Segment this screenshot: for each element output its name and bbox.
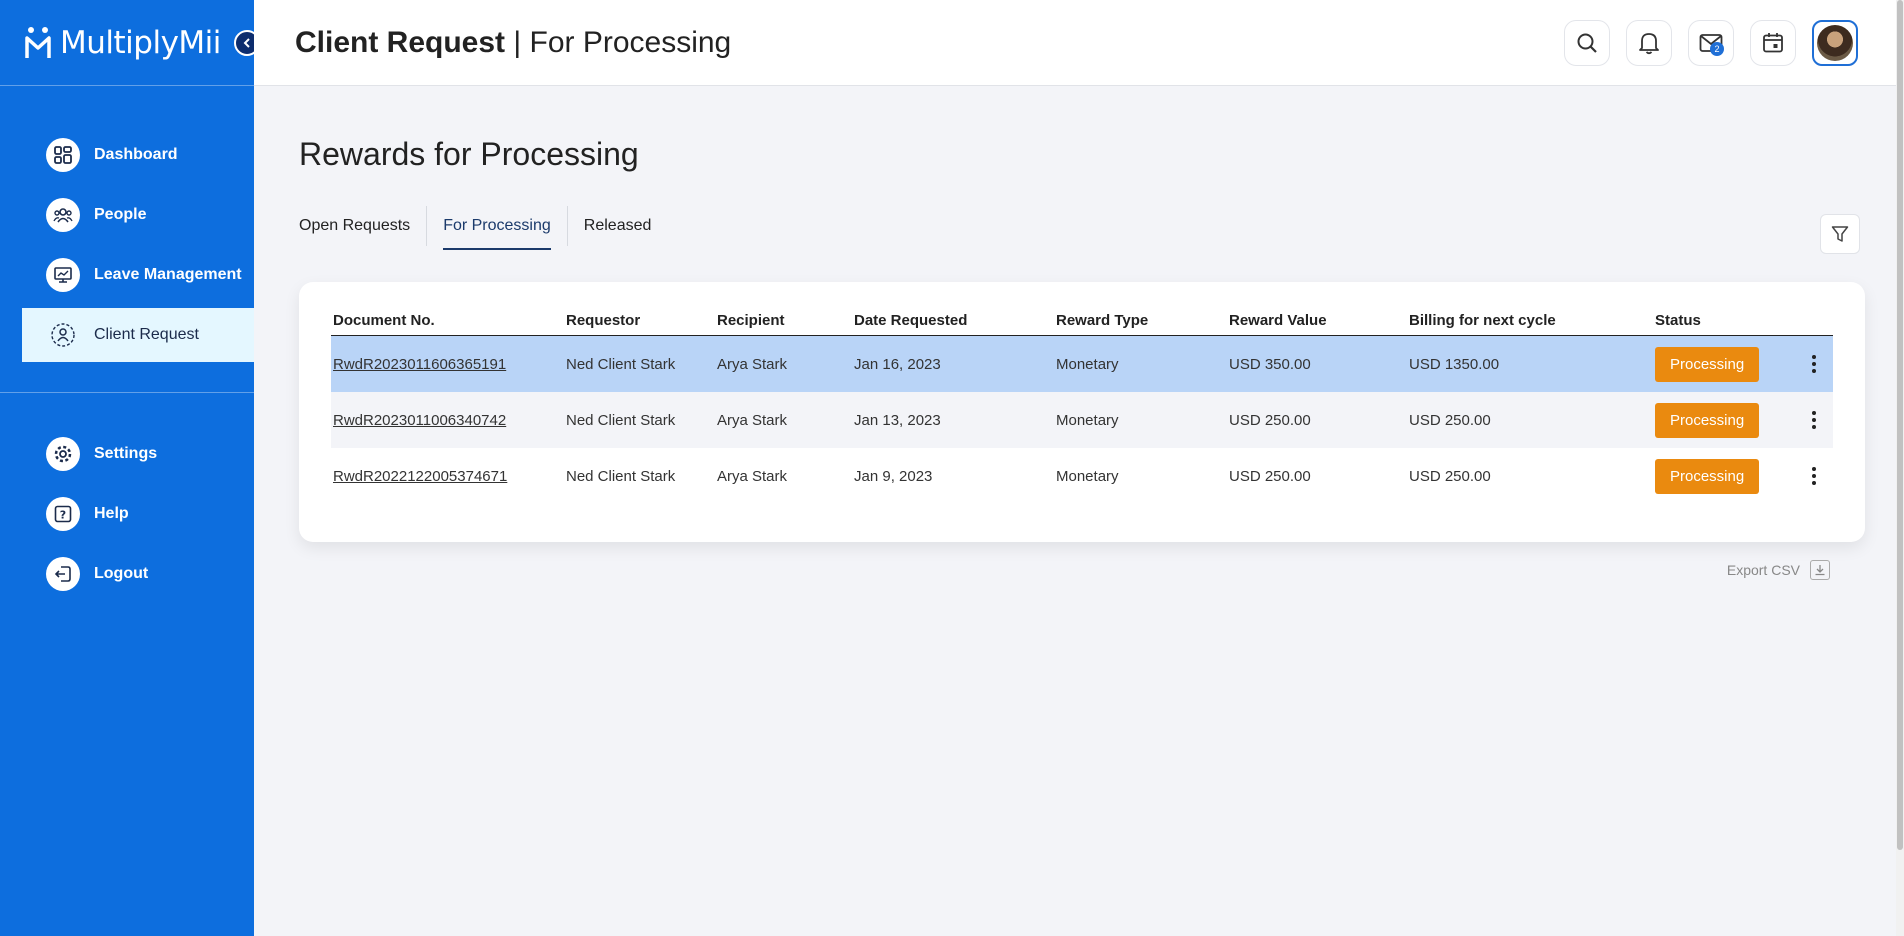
status-badge: Processing	[1655, 458, 1760, 494]
sidebar-item-people[interactable]: People	[0, 188, 254, 242]
reward-type-cell: Monetary	[1056, 355, 1119, 373]
calendar-button[interactable]	[1750, 20, 1796, 66]
export-csv-label: Export CSV	[1726, 562, 1800, 578]
page-title-subsection: For Processing	[529, 25, 732, 59]
more-options-icon[interactable]	[1804, 464, 1824, 488]
search-icon	[1577, 33, 1597, 53]
sidebar-item-client-request[interactable]: Client Request	[22, 308, 254, 362]
column-header-billing[interactable]: Billing for next cycle	[1409, 312, 1655, 329]
document-link[interactable]: RwdR2022122005374671	[333, 468, 507, 485]
page-title-section: Client Request	[295, 25, 506, 59]
top-header: Client Request | For Processing 2	[254, 0, 1904, 86]
column-header-document-no[interactable]: Document No.	[331, 312, 566, 329]
avatar-image	[1817, 25, 1853, 61]
document-link[interactable]: RwdR2023011606365191	[333, 356, 506, 373]
client-request-icon	[46, 318, 80, 352]
sidebar-item-leave-management[interactable]: Leave Management	[0, 248, 254, 302]
logo-bar: MultiplyMii	[0, 0, 260, 86]
tabs: Open Requests For Processing Released	[299, 206, 668, 250]
page-scrollbar[interactable]	[1896, 0, 1904, 936]
sidebar-item-label: People	[94, 206, 147, 223]
search-button[interactable]	[1564, 20, 1610, 66]
column-header-status[interactable]: Status	[1655, 312, 1795, 329]
bell-icon	[1639, 33, 1659, 55]
sidebar-item-logout[interactable]: Logout	[0, 547, 254, 601]
section-heading: Rewards for Processing	[299, 136, 639, 172]
user-avatar[interactable]	[1812, 20, 1858, 66]
logo-text: MultiplyMii	[60, 24, 221, 61]
tab-for-processing[interactable]: For Processing	[427, 206, 568, 250]
recipient-cell: Arya Stark	[717, 355, 788, 373]
rewards-table-card: Document No. Requestor Recipient Date Re…	[299, 282, 1865, 542]
reward-value-cell: USD 250.00	[1229, 467, 1311, 485]
calendar-icon	[1763, 33, 1783, 53]
column-header-date-requested[interactable]: Date Requested	[854, 312, 1056, 329]
document-link[interactable]: RwdR2023011006340742	[333, 412, 506, 429]
reward-value-cell: USD 350.00	[1229, 355, 1311, 373]
status-badge: Processing	[1655, 402, 1760, 438]
page-title-separator: |	[505, 25, 530, 59]
table-header: Document No. Requestor Recipient Date Re…	[331, 312, 1833, 336]
requestor-cell: Ned Client Stark	[566, 355, 676, 373]
notifications-button[interactable]	[1626, 20, 1672, 66]
more-options-icon[interactable]	[1804, 408, 1824, 432]
date-requested-cell: Jan 16, 2023	[854, 355, 941, 373]
filter-icon	[1831, 226, 1849, 242]
billing-cell: USD 250.00	[1409, 411, 1491, 429]
logo-icon	[25, 26, 51, 58]
tab-released[interactable]: Released	[568, 206, 668, 246]
gear-icon	[46, 437, 80, 471]
sidebar-item-dashboard[interactable]: Dashboard	[0, 128, 254, 182]
recipient-cell: Arya Stark	[717, 411, 788, 429]
sidebar-nav: Dashboard People Leave Management Client…	[0, 86, 254, 601]
table-row[interactable]: RwdR2022122005374671 Ned Client Stark Ar…	[331, 448, 1833, 504]
sidebar-item-label: Settings	[94, 445, 158, 462]
sidebar-item-help[interactable]: ? Help	[0, 487, 254, 541]
column-header-recipient[interactable]: Recipient	[717, 312, 854, 329]
reward-type-cell: Monetary	[1056, 411, 1119, 429]
messages-count-badge: 2	[1710, 42, 1724, 56]
requestor-cell: Ned Client Stark	[566, 467, 676, 485]
scrollbar-thumb[interactable]	[1897, 0, 1903, 850]
people-icon	[46, 198, 80, 232]
column-header-requestor[interactable]: Requestor	[566, 312, 717, 329]
column-header-reward-type[interactable]: Reward Type	[1056, 312, 1229, 329]
table-row[interactable]: RwdR2023011606365191 Ned Client Stark Ar…	[331, 336, 1833, 392]
messages-button[interactable]: 2	[1688, 20, 1734, 66]
page-title: Client Request | For Processing	[295, 26, 731, 60]
sidebar-item-label: Client Request	[94, 326, 199, 343]
rewards-table: Document No. Requestor Recipient Date Re…	[331, 312, 1833, 504]
more-options-icon[interactable]	[1804, 352, 1824, 376]
header-actions: 2	[1564, 20, 1858, 66]
billing-cell: USD 1350.00	[1409, 355, 1500, 373]
date-requested-cell: Jan 9, 2023	[854, 467, 933, 485]
sidebar-item-label: Logout	[94, 565, 149, 582]
sidebar-item-label: Dashboard	[94, 146, 178, 163]
sidebar-divider	[0, 392, 254, 393]
sidebar-item-label: Help	[94, 505, 129, 522]
reward-type-cell: Monetary	[1056, 467, 1119, 485]
chevron-left-icon	[243, 38, 250, 48]
column-header-reward-value[interactable]: Reward Value	[1229, 312, 1409, 329]
recipient-cell: Arya Stark	[717, 467, 788, 485]
main-content: Rewards for Processing Open Requests For…	[254, 86, 1904, 936]
export-csv-button[interactable]: Export CSV	[1727, 560, 1830, 580]
sidebar: MultiplyMii Dashboard People Leave Manag…	[0, 0, 260, 936]
help-icon: ?	[46, 497, 80, 531]
filter-button[interactable]	[1820, 214, 1860, 254]
status-badge: Processing	[1655, 346, 1760, 382]
leave-management-icon	[46, 258, 80, 292]
table-row[interactable]: RwdR2023011006340742 Ned Client Stark Ar…	[331, 392, 1833, 448]
sidebar-item-settings[interactable]: Settings	[0, 427, 254, 481]
date-requested-cell: Jan 13, 2023	[854, 411, 941, 429]
dashboard-icon	[46, 138, 80, 172]
sidebar-item-label: Leave Management	[94, 266, 242, 283]
reward-value-cell: USD 250.00	[1229, 411, 1311, 429]
download-icon	[1810, 560, 1830, 580]
requestor-cell: Ned Client Stark	[566, 411, 676, 429]
billing-cell: USD 250.00	[1409, 467, 1491, 485]
tab-open-requests[interactable]: Open Requests	[299, 206, 428, 246]
logout-icon	[46, 557, 80, 591]
svg-text:?: ?	[60, 509, 66, 522]
